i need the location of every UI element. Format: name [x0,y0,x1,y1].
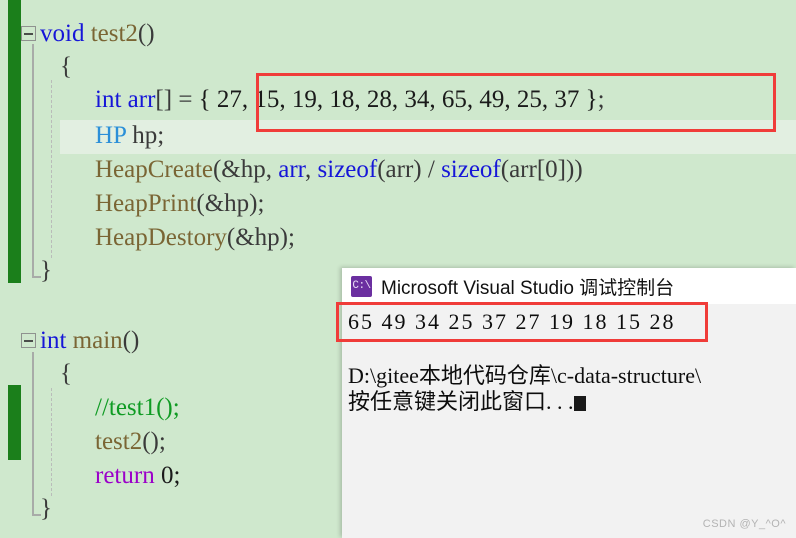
code-line[interactable]: HP hp; [0,120,796,152]
code-token: hp; [126,122,165,149]
console-window[interactable]: C:\ Microsoft Visual Studio 调试控制台 65 49 … [342,268,796,538]
code-token: (arr[0])) [500,156,583,183]
console-titlebar[interactable]: C:\ Microsoft Visual Studio 调试控制台 [342,268,796,304]
code-token: arr [121,86,156,113]
code-token: HeapCreate [95,156,213,183]
code-line[interactable]: int arr[] = { 27, 15, 19, 18, 28, 34, 65… [0,84,796,116]
code-line[interactable]: void test2() [0,18,796,50]
code-token: sizeof [317,156,378,183]
code-token: () [122,327,140,354]
code-token: } [40,495,52,522]
code-token: (); [142,428,166,455]
code-token: test2 [84,20,138,47]
code-line[interactable]: { [0,51,796,83]
code-token: HP [95,122,127,149]
code-line[interactable]: HeapPrint(&hp); [0,188,796,220]
code-token: HeapDestory [95,224,227,251]
console-output-area[interactable]: 65 49 34 25 37 27 19 18 15 28 D:\gitee本地… [342,304,796,538]
code-token: int [40,327,67,354]
code-token: [] [155,86,179,113]
code-token: sizeof [441,156,501,183]
code-token: (&hp, [212,156,279,183]
console-app-icon: C:\ [351,275,372,297]
watermark-label: CSDN @Y_^O^ [702,518,786,530]
console-path-line: D:\gitee本地代码仓库\c-data-structure\ [348,363,702,388]
console-title: Microsoft Visual Studio 调试控制台 [381,277,675,299]
code-token: void [40,20,85,47]
code-token: ; [597,86,605,113]
code-token: (&hp); [226,224,295,251]
code-token: 0; [154,462,181,489]
code-line[interactable]: HeapCreate(&hp, arr, sizeof(arr) / sizeo… [0,154,796,186]
code-line[interactable]: HeapDestory(&hp); [0,222,796,254]
code-token: () [137,20,155,47]
code-token: { 27, 15, 19, 18, 28, 34, 65, 49, 25, 37… [198,86,598,113]
console-cursor [573,396,586,411]
console-heap-output: 65 49 34 25 37 27 19 18 15 28 [348,309,676,334]
code-token: arr [278,156,306,183]
code-token: { [60,360,72,387]
console-prompt-line: 按任意键关闭此窗口. . . [348,388,586,416]
code-token: main [66,327,123,354]
code-token: , [305,156,318,183]
code-token: } [40,257,52,284]
code-token: (&hp); [196,190,265,217]
code-token: { [60,53,72,80]
code-token: int [95,86,122,113]
code-token: //test1(); [95,394,180,421]
code-token: test2 [95,428,143,455]
code-token: (arr) / [377,156,442,183]
code-token: = [178,86,199,113]
console-prompt-text: 按任意键关闭此窗口. . . [348,389,574,414]
code-token: HeapPrint [95,190,197,217]
code-token: return [95,462,155,489]
